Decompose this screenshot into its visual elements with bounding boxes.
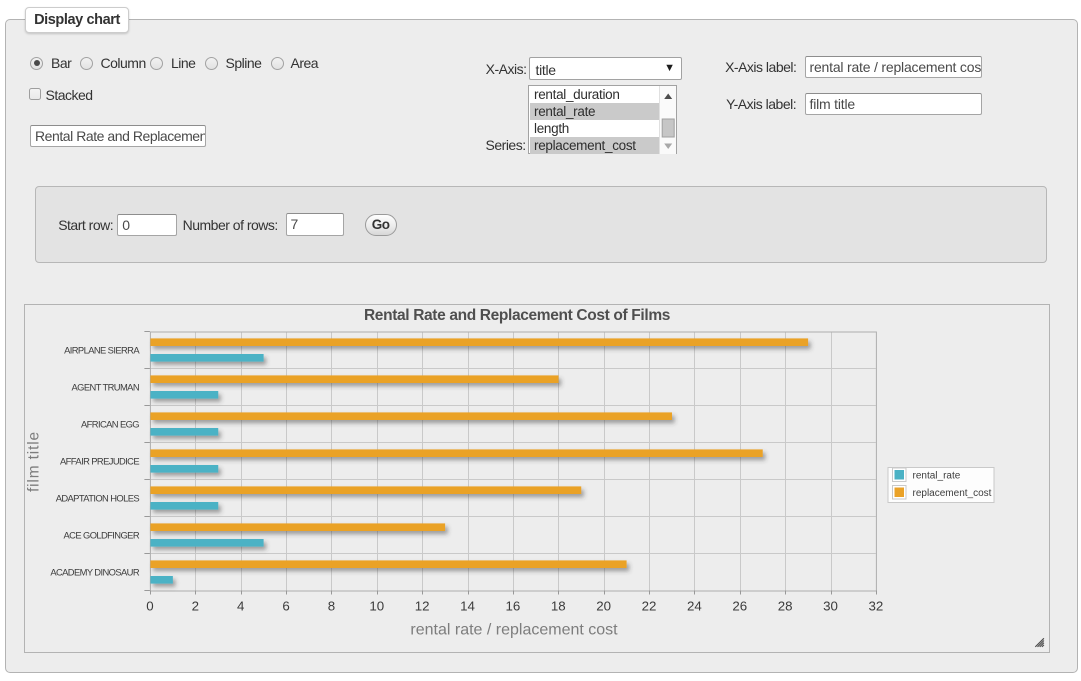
svg-text:ACE GOLDFINGER: ACE GOLDFINGER [64,529,140,540]
svg-text:AFRICAN EGG: AFRICAN EGG [81,418,139,429]
svg-text:replacement_cost: replacement_cost [913,488,992,499]
svg-text:ACADEMY DINOSAUR: ACADEMY DINOSAUR [50,566,140,577]
svg-text:26: 26 [732,599,747,614]
svg-text:14: 14 [460,599,475,614]
svg-text:30: 30 [823,599,838,614]
svg-text:AGENT TRUMAN: AGENT TRUMAN [72,381,139,392]
svg-text:20: 20 [596,599,611,614]
svg-text:12: 12 [415,599,430,614]
svg-text:10: 10 [369,599,384,614]
svg-text:0: 0 [146,599,153,614]
svg-text:22: 22 [642,599,657,614]
svg-text:Rental Rate and Replacement Co: Rental Rate and Replacement Cost of Film… [364,307,670,324]
svg-text:rental_rate: rental_rate [913,471,961,482]
svg-text:8: 8 [328,599,335,614]
svg-text:4: 4 [237,599,244,614]
svg-text:film title: film title [26,431,43,492]
svg-text:2: 2 [192,599,199,614]
svg-text:18: 18 [551,599,566,614]
svg-text:rental rate / replacement cost: rental rate / replacement cost [410,622,618,639]
svg-text:32: 32 [869,599,884,614]
svg-text:6: 6 [282,599,289,614]
svg-text:24: 24 [687,599,702,614]
svg-text:AIRPLANE SIERRA: AIRPLANE SIERRA [64,344,140,355]
svg-text:16: 16 [506,599,521,614]
svg-text:28: 28 [778,599,793,614]
svg-text:AFFAIR PREJUDICE: AFFAIR PREJUDICE [60,455,139,466]
svg-text:ADAPTATION HOLES: ADAPTATION HOLES [56,492,140,503]
